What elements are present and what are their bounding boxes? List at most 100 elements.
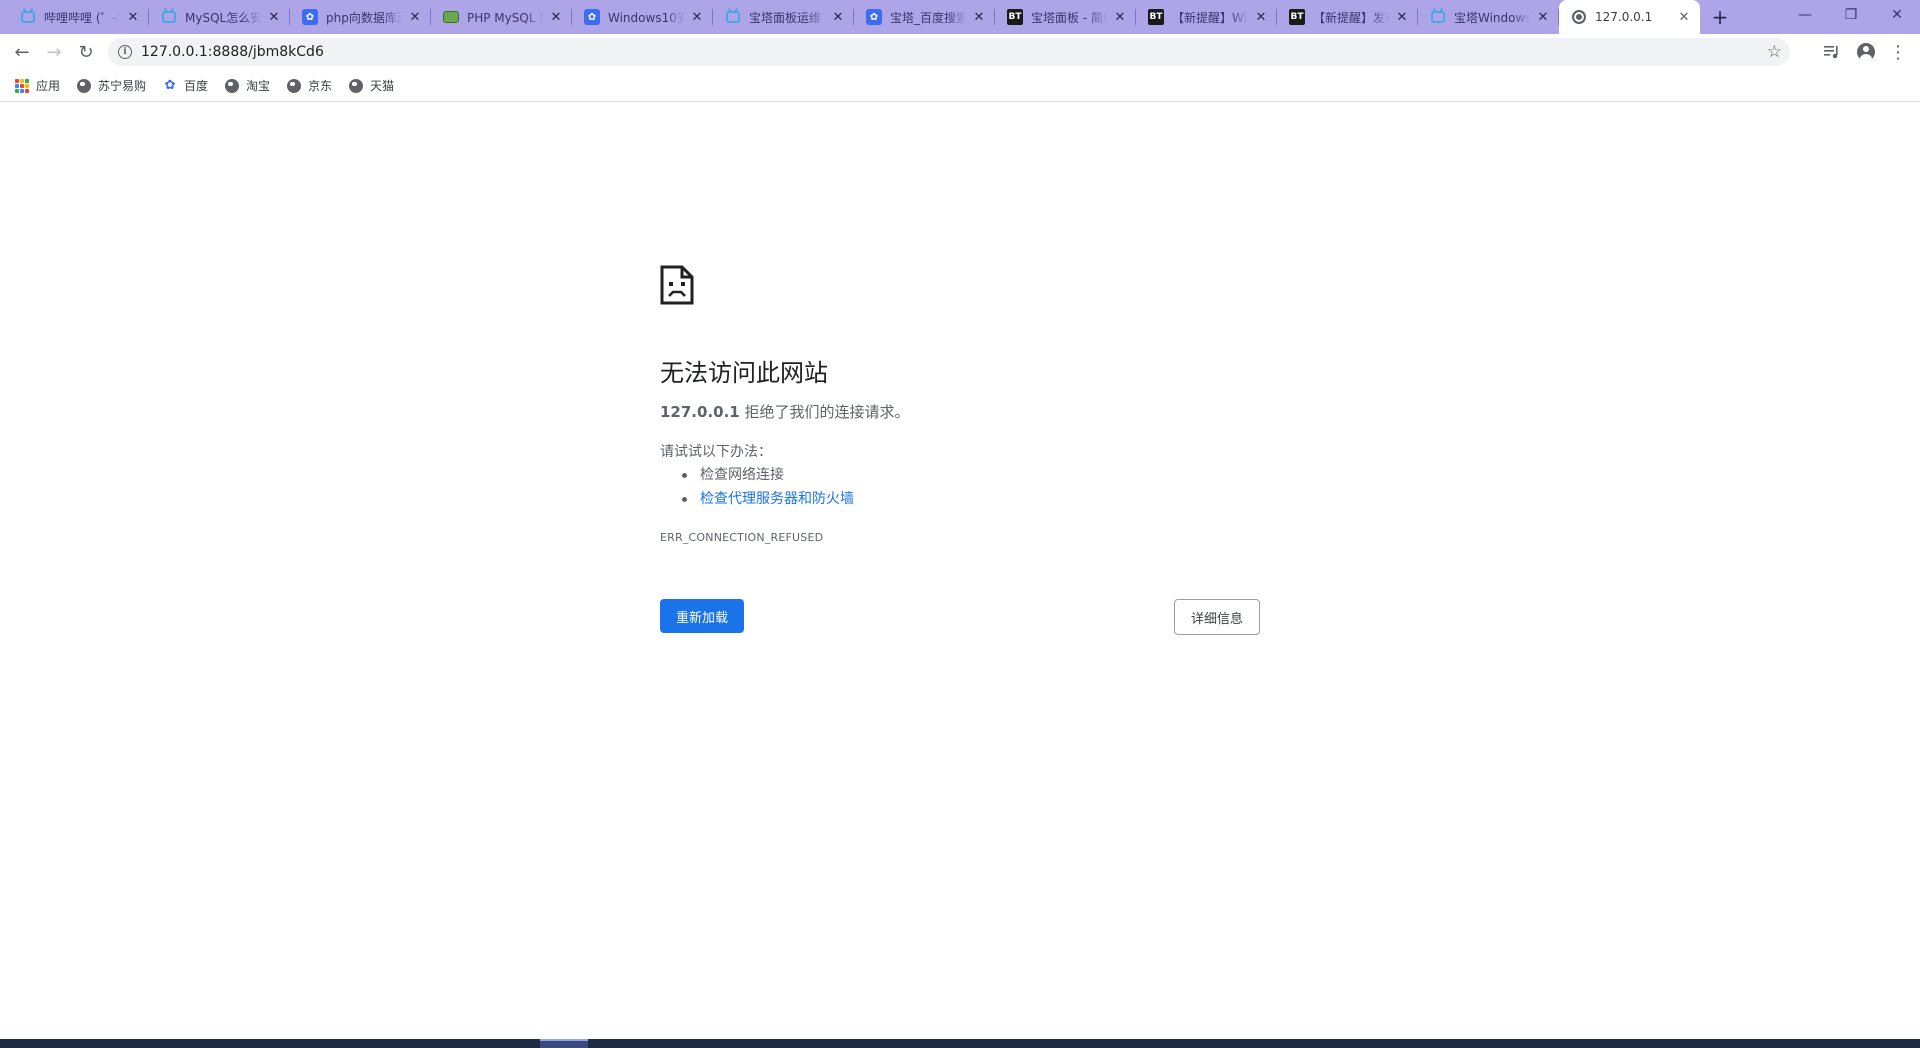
baidu-icon: ✿ [302, 9, 318, 25]
menu-button[interactable]: ⋮ [1888, 41, 1908, 63]
bookmark-star-icon[interactable]: ☆ [1767, 42, 1782, 62]
error-title: 无法访问此网站 [660, 359, 828, 387]
globe-icon [224, 78, 240, 94]
bt-icon: BT [1007, 9, 1023, 25]
tab-strip: 哔哩哔哩 (゜-゜)つロ 干杯~✕MySQL怎么安装✕✿php向数据库添加✕PH… [0, 0, 1920, 34]
forward-button[interactable]: → [40, 38, 68, 66]
error-host: 127.0.0.1 [660, 403, 740, 421]
error-code: ERR_CONNECTION_REFUSED [660, 531, 824, 544]
tab-close-icon[interactable]: ✕ [125, 9, 141, 25]
arrow-left-icon: ← [14, 41, 30, 63]
tab-2[interactable]: ✿ php向数据库添加 ✕ [290, 0, 431, 34]
globe-icon [1571, 9, 1587, 25]
php-icon [443, 9, 459, 25]
back-button[interactable]: ← [8, 38, 36, 66]
url-text[interactable]: 127.0.0.1:8888/jbm8kCd6 [141, 44, 324, 60]
tab-4[interactable]: ✿ Windows10安装 ✕ [572, 0, 713, 34]
suggestions-list: 检查网络连接 检查代理服务器和防火墙 [680, 463, 854, 511]
tab-close-icon[interactable]: ✕ [1394, 9, 1410, 25]
error-summary: 127.0.0.1 拒绝了我们的连接请求。 [660, 401, 910, 422]
error-summary-text: 拒绝了我们的连接请求。 [739, 403, 910, 421]
tab-close-icon[interactable]: ✕ [1112, 9, 1128, 25]
suggestion-check-proxy-link[interactable]: 检查代理服务器和防火墙 [680, 487, 854, 511]
tab-close-icon[interactable]: ✕ [830, 9, 846, 25]
bookmark-3[interactable]: 淘宝 [222, 74, 276, 98]
arrow-right-icon: → [46, 41, 62, 63]
suggestion-check-network: 检查网络连接 [680, 463, 854, 487]
bookmark-1[interactable]: 苏宁易购 [74, 74, 152, 98]
tab-1[interactable]: MySQL怎么安装 ✕ [149, 0, 290, 34]
tab-10[interactable]: 宝塔Windows面板 ✕ [1418, 0, 1559, 34]
reload-page-button[interactable]: 重新加载 [660, 599, 744, 633]
bt-icon: BT [1148, 9, 1164, 25]
sad-page-icon [660, 265, 694, 305]
baidu-icon: ✿ [866, 9, 882, 25]
more-vert-icon: ⋮ [1889, 41, 1907, 63]
media-control-icon[interactable] [1822, 42, 1842, 62]
tab-6[interactable]: ✿ 宝塔_百度搜索 ✕ [854, 0, 995, 34]
suggestions-heading: 请试试以下办法： [660, 444, 772, 460]
tab-close-icon[interactable]: ✕ [1535, 9, 1551, 25]
minimize-button[interactable]: — [1782, 0, 1828, 30]
tab-title: MySQL怎么安装 [185, 10, 262, 25]
tab-title: 宝塔_百度搜索 [890, 10, 967, 25]
info-icon[interactable]: i [118, 45, 132, 59]
tab-11[interactable]: 127.0.0.1 ✕ [1559, 0, 1700, 34]
tab-close-icon[interactable]: ✕ [407, 9, 423, 25]
tab-5[interactable]: 宝塔面板运维 ✕ [713, 0, 854, 34]
profile-avatar[interactable] [1856, 42, 1876, 62]
bookmark-label: 应用 [36, 79, 61, 93]
tab-8[interactable]: BT 【新提醒】Windows ✕ [1136, 0, 1277, 34]
bookmark-2[interactable]: ✿ 百度 [160, 74, 214, 98]
maximize-button[interactable]: ❐ [1828, 0, 1874, 30]
tab-close-icon[interactable]: ✕ [971, 9, 987, 25]
tab-title: 宝塔面板 - 简单好用 [1031, 10, 1108, 25]
bookmark-label: 苏宁易购 [98, 79, 147, 93]
tab-close-icon[interactable]: ✕ [266, 9, 282, 25]
new-tab-button[interactable]: + [1708, 5, 1732, 29]
tab-9[interactable]: BT 【新提醒】发布 ✕ [1277, 0, 1418, 34]
bookmark-4[interactable]: 京东 [284, 74, 338, 98]
bookmark-label: 百度 [184, 79, 209, 93]
globe-icon [286, 78, 302, 94]
bilibili-icon [1430, 9, 1446, 25]
tab-title: 【新提醒】发布 [1313, 10, 1390, 25]
apps-grid-icon [14, 78, 30, 94]
bt-icon: BT [1289, 9, 1305, 25]
tab-close-icon[interactable]: ✕ [1253, 9, 1269, 25]
baidu-icon: ✿ [584, 9, 600, 25]
bookmark-label: 淘宝 [246, 79, 271, 93]
close-window-button[interactable]: ✕ [1874, 0, 1920, 30]
tab-title: 宝塔面板运维 [749, 10, 822, 25]
os-taskbar [0, 1039, 1920, 1048]
tab-title: 【新提醒】Windows [1172, 10, 1249, 25]
error-page: 无法访问此网站 127.0.0.1 拒绝了我们的连接请求。 请试试以下办法： 检… [0, 103, 1920, 1039]
tab-close-icon[interactable]: ✕ [689, 9, 705, 25]
reload-button[interactable]: ↻ [72, 38, 100, 66]
taskbar-chrome-button[interactable] [540, 1039, 588, 1048]
baidu-paw-icon: ✿ [164, 78, 176, 93]
tab-title: 宝塔Windows面板 [1454, 10, 1531, 25]
address-bar[interactable]: i 127.0.0.1:8888/jbm8kCd6 ☆ [108, 38, 1790, 66]
avatar-icon [1857, 43, 1875, 61]
tab-close-icon[interactable]: ✕ [548, 9, 564, 25]
tab-title: php向数据库添加 [326, 10, 403, 25]
reload-icon: ↻ [78, 41, 94, 63]
tab-0[interactable]: 哔哩哔哩 (゜-゜)つロ 干杯~ ✕ [8, 0, 149, 34]
details-button[interactable]: 详细信息 [1174, 599, 1260, 635]
bookmark-label: 京东 [308, 79, 333, 93]
tab-title: 127.0.0.1 [1595, 10, 1653, 24]
bilibili-icon [20, 9, 36, 25]
bookmark-5[interactable]: 天猫 [346, 74, 400, 98]
tab-close-icon[interactable]: ✕ [1676, 9, 1692, 25]
bookmark-0[interactable]: 应用 [12, 74, 66, 98]
globe-icon [348, 78, 364, 94]
tab-7[interactable]: BT 宝塔面板 - 简单好用 ✕ [995, 0, 1136, 34]
bilibili-icon [161, 9, 177, 25]
bilibili-icon [725, 9, 741, 25]
tab-title: Windows10安装 [608, 10, 685, 25]
tab-list: 哔哩哔哩 (゜-゜)つロ 干杯~✕MySQL怎么安装✕✿php向数据库添加✕PH… [8, 0, 1700, 34]
toolbar: ← → ↻ i 127.0.0.1:8888/jbm8kCd6 ☆ ⋮ [0, 34, 1920, 70]
tab-title: PHP MySQL 插入 [467, 10, 544, 25]
tab-3[interactable]: PHP MySQL 插入 ✕ [431, 0, 572, 34]
